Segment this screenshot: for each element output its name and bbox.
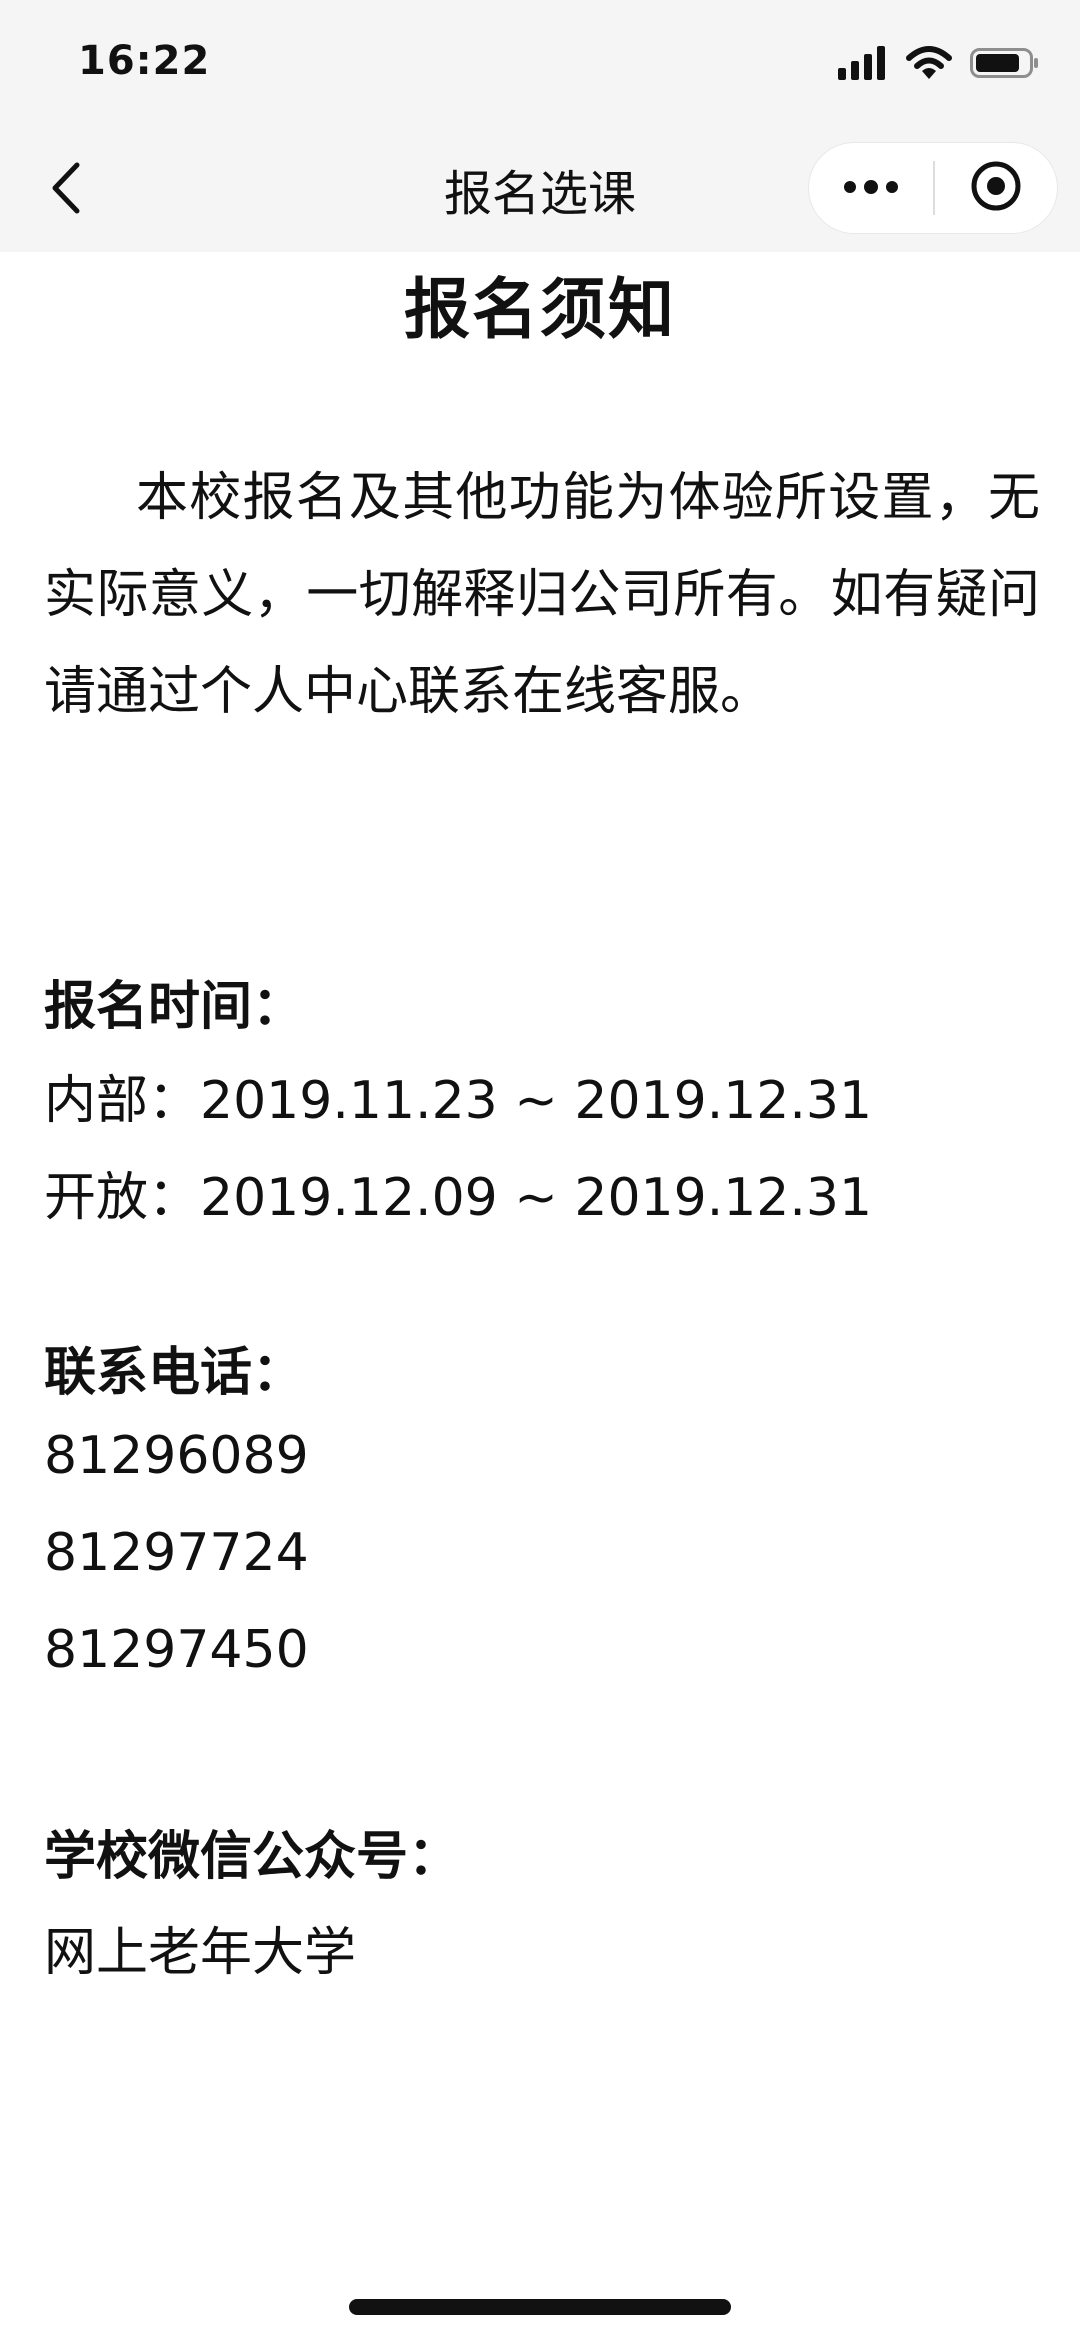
status-time: 16:22 (78, 38, 211, 84)
phone-number: 81297724 (44, 1523, 309, 1583)
page-title: 报名须知 (404, 271, 676, 348)
wechat-account-name: 网上老年大学 (44, 1923, 357, 1983)
phone-number: 81297450 (44, 1620, 309, 1680)
battery-icon (970, 46, 1040, 84)
mini-program-capsule (808, 142, 1058, 234)
signal-icon (838, 46, 888, 84)
nav-bar: 报名选课 (0, 132, 1080, 252)
contact-phone-heading: 联系电话： (44, 1343, 305, 1403)
wifi-icon (906, 46, 952, 84)
status-icons (838, 46, 1040, 84)
target-close-icon (970, 160, 1022, 216)
home-indicator[interactable] (349, 2299, 731, 2315)
close-button[interactable] (935, 143, 1057, 233)
more-button[interactable] (809, 143, 933, 233)
registration-time-heading: 报名时间： (44, 977, 305, 1037)
registration-open: 开放：2019.12.09 ~ 2019.12.31 (44, 1168, 873, 1228)
more-dots-icon (843, 179, 899, 198)
wechat-account-heading: 学校微信公众号： (44, 1827, 461, 1887)
phone-number: 81296089 (44, 1426, 309, 1486)
status-bar: 16:22 (0, 0, 1080, 132)
intro-paragraph: 本校报名及其他功能为体验所设置，无实际意义，一切解释归公司所有。如有疑问请通过个… (44, 468, 1040, 722)
registration-internal: 内部：2019.11.23 ~ 2019.12.31 (44, 1071, 873, 1131)
